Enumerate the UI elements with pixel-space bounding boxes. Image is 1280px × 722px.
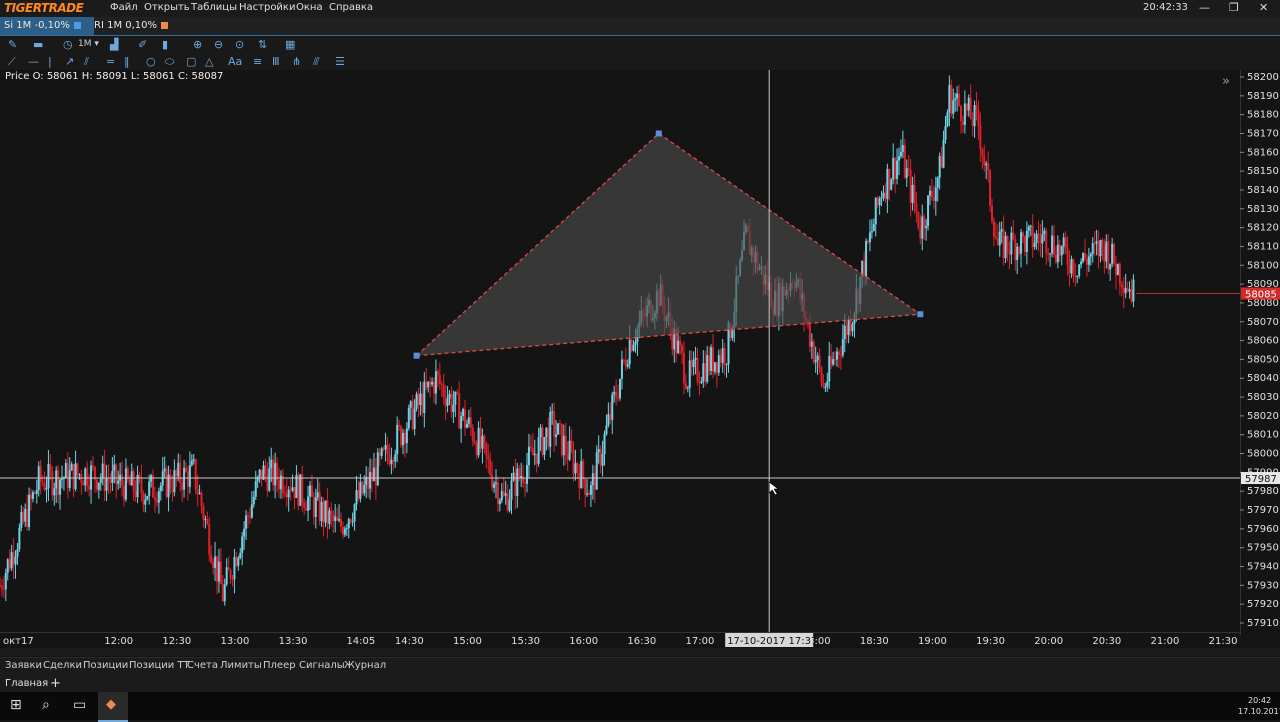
text-tool-icon[interactable]: Aa <box>228 55 242 68</box>
wrench-icon[interactable]: ✎ <box>8 38 17 51</box>
triangle-tool-icon[interactable]: △ <box>205 55 213 68</box>
minimize-icon[interactable]: — <box>1199 1 1210 14</box>
menu-windows[interactable]: Окна <box>296 2 323 13</box>
tigertrade-taskbar-button[interactable]: ◆ <box>98 692 128 722</box>
arrow-tool-icon[interactable]: ↗ <box>65 55 74 68</box>
app-logo: TIGERTRADE <box>4 1 84 15</box>
tab-si-color-swatch <box>73 21 81 29</box>
close-icon[interactable]: ✕ <box>1259 1 1268 14</box>
tab-ri[interactable]: RI 1M 0,10% <box>90 17 172 35</box>
tab-si-label: Si 1M -0,10% <box>4 20 70 31</box>
chart-scrollbar[interactable] <box>0 648 1280 656</box>
bottom-tab-3[interactable]: Позиции ТТ <box>129 660 190 671</box>
chart-tab-bar <box>0 17 1280 36</box>
pitchfork-tool-icon[interactable]: ⋔ <box>292 55 301 68</box>
price-ohlc-label: Price O: 58061 H: 58091 L: 58061 C: 5808… <box>5 71 224 82</box>
time-axis[interactable] <box>0 632 1240 649</box>
menu-tables[interactable]: Таблицы <box>191 2 237 13</box>
sort-icon[interactable]: ⇅ <box>258 38 267 51</box>
vline-tool-icon[interactable]: | <box>48 55 52 68</box>
tab-ri-color-swatch <box>161 21 169 29</box>
clock: 20:42:33 <box>1143 2 1188 13</box>
fib-tool-icon[interactable]: Ⅲ <box>272 55 280 68</box>
rect-tool-icon[interactable]: ▢ <box>186 55 196 68</box>
bottom-tab-8[interactable]: Журнал <box>344 660 386 671</box>
circle-tool-icon[interactable]: ○ <box>146 55 156 68</box>
restore-icon[interactable]: ❐ <box>1229 1 1239 14</box>
os-taskbar <box>0 692 1280 720</box>
collapse-panel-icon[interactable]: » <box>1222 74 1230 89</box>
tigertrade-app-icon: ◆ <box>106 697 116 712</box>
levels-tool-icon[interactable]: ≡ <box>253 55 262 68</box>
add-workspace-icon[interactable]: + <box>50 676 61 691</box>
workspace-tab-main[interactable]: Главная <box>5 678 48 689</box>
bottom-tab-6[interactable]: Плеер <box>263 660 296 671</box>
taskbar-time: 20:42 <box>1248 696 1272 705</box>
pencil-icon[interactable]: ✐ <box>138 38 147 51</box>
tab-si[interactable]: Si 1M -0,10% ✕ <box>0 17 94 49</box>
workspace-row: Главная + <box>0 675 1280 693</box>
menu-settings[interactable]: Настройки <box>239 2 295 13</box>
price-axis[interactable] <box>1240 70 1280 635</box>
zoom-fit-icon[interactable]: ⊙ <box>235 38 244 51</box>
vparallel-tool-icon[interactable]: ‖ <box>124 55 130 68</box>
hline-tool-icon[interactable]: — <box>28 55 39 68</box>
chart-area[interactable] <box>0 70 1240 635</box>
indicators-icon[interactable]: ▮ <box>162 38 168 51</box>
clock-icon[interactable]: ◷ <box>63 38 73 51</box>
ellipse-tool-icon[interactable]: ⬭ <box>165 55 174 69</box>
menu-help[interactable]: Справка <box>329 2 373 13</box>
line-tool-icon[interactable]: ⟋ <box>8 55 16 69</box>
tab-ri-label: RI 1M 0,10% <box>94 20 158 31</box>
eraser-tool-icon[interactable]: ⫻ <box>313 55 320 69</box>
bottom-tab-7[interactable]: Сигналы <box>299 660 345 671</box>
taskbar-date: 17.10.2017 <box>1238 707 1280 716</box>
chart-type-icon[interactable]: ▟ <box>110 38 118 51</box>
zoom-out-icon[interactable]: ⊖ <box>214 38 223 51</box>
channel-tool-icon[interactable]: ⫽ <box>84 55 89 69</box>
main-toolbar: ✎ ▬ ◷ 1M ▾ ▟ ✐ ▮ ⊕ ⊖ ⊙ ⇅ ▦ <box>0 36 1280 54</box>
timeframe-label[interactable]: 1M ▾ <box>78 39 99 49</box>
windows-start-icon[interactable]: ⊞ <box>10 697 22 713</box>
bottom-tab-2[interactable]: Позиции <box>83 660 128 671</box>
menu-open[interactable]: Открыть <box>144 2 190 13</box>
bottom-tab-4[interactable]: Счета <box>187 660 218 671</box>
task-view-icon[interactable]: ▭ <box>73 697 86 713</box>
search-icon[interactable]: ⌕ <box>42 697 50 713</box>
bottom-tab-5[interactable]: Лимиты <box>220 660 262 671</box>
grid-icon[interactable]: ▦ <box>285 38 295 51</box>
menu-file[interactable]: Файл <box>110 2 138 13</box>
bottom-tab-0[interactable]: Заявки <box>5 660 42 671</box>
zoom-in-icon[interactable]: ⊕ <box>193 38 202 51</box>
align-tool-icon[interactable]: ☰ <box>335 55 345 68</box>
drawing-toolbar: ⟋ — | ↗ ⫽ = ‖ ○ ⬭ ▢ △ Aa ≡ Ⅲ ⋔ ⫻ ☰ <box>0 54 1280 70</box>
bottom-tab-1[interactable]: Сделки <box>43 660 82 671</box>
parallel-tool-icon[interactable]: = <box>106 55 115 68</box>
folder-icon[interactable]: ▬ <box>33 38 43 51</box>
